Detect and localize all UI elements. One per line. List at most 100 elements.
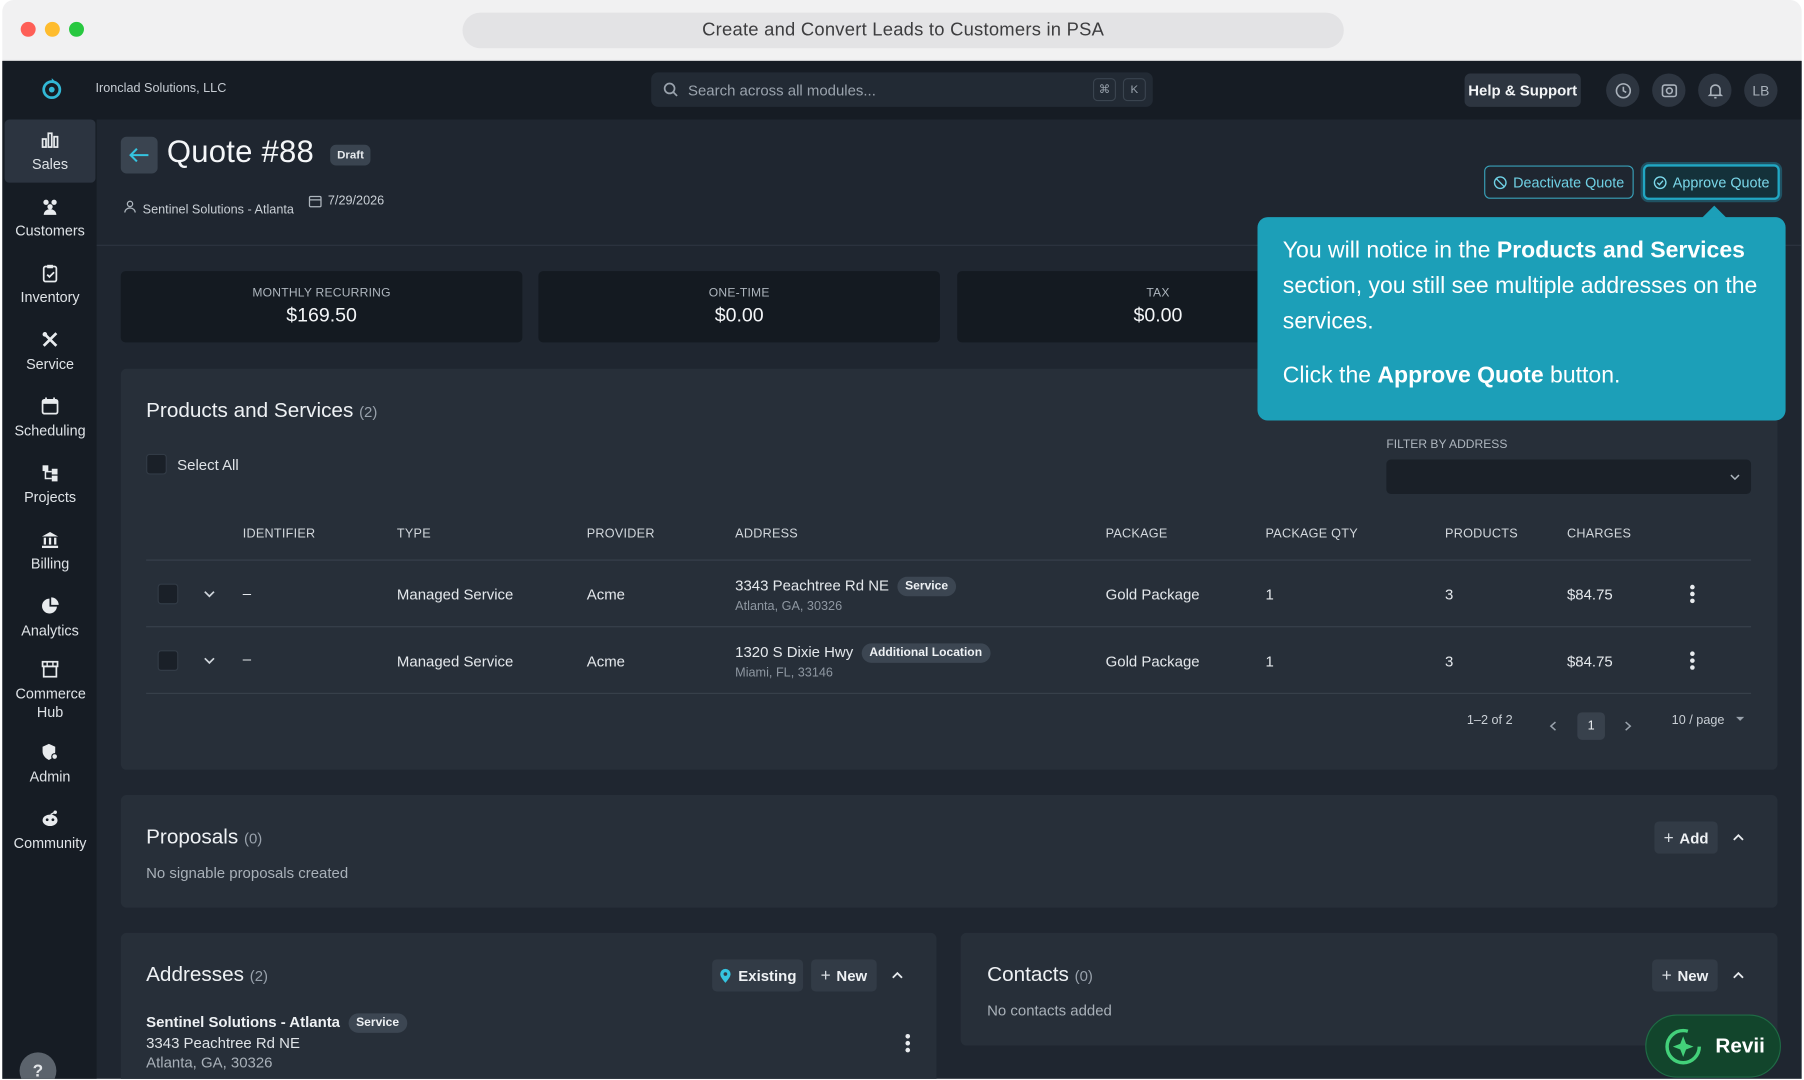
add-proposal-button[interactable]: + Add: [1654, 821, 1718, 854]
help-support-button[interactable]: Help & Support: [1464, 73, 1581, 107]
sidebar-item-community[interactable]: Community: [5, 798, 96, 861]
check-circle-icon: [1653, 175, 1667, 189]
chevron-left-icon[interactable]: [1547, 720, 1559, 731]
tooltip-bold-text: Approve Quote: [1377, 363, 1544, 389]
cell-package-qty: 1: [1265, 652, 1274, 670]
address-name: Sentinel Solutions - Atlanta: [146, 1013, 341, 1031]
section-title: Addresses: [146, 962, 244, 986]
row-divider: [146, 692, 1752, 694]
quote-date-value: 7/29/2026: [327, 194, 385, 208]
cell-address: 1320 S Dixie Hwy Additional Location Miam…: [735, 643, 991, 681]
sidebar-item-projects[interactable]: Projects: [5, 453, 96, 516]
user-avatar[interactable]: LB: [1744, 73, 1778, 107]
maximize-window-button[interactable]: [69, 21, 84, 37]
chevron-up-icon[interactable]: [1732, 831, 1746, 845]
existing-address-button[interactable]: Existing: [712, 959, 804, 992]
address-item-line1: 3343 Peachtree Rd NE: [146, 1034, 300, 1052]
new-address-button[interactable]: + New: [811, 959, 877, 992]
column-header-charges[interactable]: CHARGES: [1567, 527, 1631, 541]
column-header-type[interactable]: TYPE: [397, 527, 431, 541]
quote-customer: Sentinel Solutions - Atlanta: [123, 196, 294, 217]
bank-icon: [41, 531, 59, 548]
column-header-identifier[interactable]: IDENTIFIER: [243, 527, 316, 541]
sidebar-item-customers[interactable]: Customers: [5, 186, 96, 249]
pagination-page[interactable]: 1: [1577, 712, 1605, 740]
cell-products: 3: [1445, 585, 1454, 604]
row-actions-menu[interactable]: [1690, 584, 1695, 604]
bell-icon: [1707, 83, 1723, 98]
app-logo-icon[interactable]: [39, 76, 64, 101]
global-search-input[interactable]: Search across all modules... ⌘ K: [651, 72, 1153, 107]
sidebar-item-admin[interactable]: Admin: [5, 732, 96, 795]
sidebar-item-label: Community: [13, 834, 87, 851]
back-button[interactable]: [120, 136, 158, 174]
row-divider: [146, 626, 1752, 628]
history-button[interactable]: [1606, 73, 1640, 107]
stat-one-time: ONE-TIME $0.00: [538, 271, 940, 343]
approve-quote-button[interactable]: Approve Quote: [1642, 164, 1780, 200]
sidebar-item-service[interactable]: Service: [5, 319, 96, 382]
chevron-up-icon[interactable]: [890, 969, 904, 983]
deactivate-quote-button[interactable]: Deactivate Quote: [1484, 165, 1634, 199]
chevron-right-icon[interactable]: [1622, 720, 1634, 731]
plus-icon: +: [1661, 965, 1672, 986]
proposals-empty-text: No signable proposals created: [146, 863, 349, 882]
address-actions-menu[interactable]: [905, 1034, 911, 1053]
row-actions-menu[interactable]: [1690, 651, 1695, 670]
chevron-up-icon[interactable]: [1732, 969, 1746, 983]
section-title: Contacts: [987, 962, 1069, 986]
cell-type: Managed Service: [396, 585, 514, 604]
chevron-down-icon[interactable]: [202, 587, 216, 601]
sidebar-item-label: Analytics: [21, 622, 79, 639]
column-header-package[interactable]: PACKAGE: [1106, 527, 1168, 541]
approve-quote-label: Approve Quote: [1672, 174, 1770, 191]
screenshot-button[interactable]: [1652, 73, 1686, 107]
calendar-icon: [41, 396, 59, 414]
products-services-panel: [120, 368, 1778, 770]
section-title: Products and Services: [146, 398, 354, 422]
filter-address-select[interactable]: [1386, 459, 1752, 495]
arrow-left-icon: [129, 148, 149, 163]
revii-assistant-button[interactable]: Revii: [1645, 1014, 1781, 1078]
sidebar-item-billing[interactable]: Billing: [5, 519, 96, 582]
page-size-label: 10 / page: [1671, 713, 1725, 728]
cell-package: Gold Package: [1105, 652, 1200, 670]
browser-chrome: Create and Convert Leads to Customers in…: [2, 0, 1802, 61]
addresses-title: Addresses (2): [146, 963, 268, 987]
chevron-down-icon[interactable]: [202, 654, 216, 668]
search-icon: [663, 82, 678, 97]
column-header-address[interactable]: ADDRESS: [735, 527, 798, 541]
notifications-button[interactable]: [1698, 73, 1732, 107]
search-placeholder: Search across all modules...: [687, 80, 876, 99]
cell-type: Managed Service: [396, 652, 514, 670]
row-checkbox[interactable]: [157, 583, 179, 605]
clipboard-icon: [42, 264, 58, 282]
plus-icon: +: [1663, 827, 1674, 848]
pie-chart-icon: [42, 596, 59, 613]
cell-package-qty: 1: [1265, 585, 1274, 604]
row-checkbox[interactable]: [157, 650, 179, 671]
new-contact-button[interactable]: + New: [1652, 959, 1718, 992]
plus-icon: +: [820, 965, 831, 986]
sidebar-item-commerce-hub[interactable]: Commerce Hub: [5, 653, 96, 729]
cell-products: 3: [1445, 652, 1454, 670]
sidebar-item-label: Sales: [32, 155, 69, 172]
column-header-provider[interactable]: PROVIDER: [587, 527, 655, 541]
stat-monthly-recurring: MONTHLY RECURRING $169.50: [120, 271, 523, 343]
select-all-checkbox[interactable]: [146, 453, 167, 475]
column-header-package-qty[interactable]: PACKAGE QTY: [1266, 527, 1358, 541]
address-line2: Miami, FL, 33146: [735, 666, 833, 681]
minimize-window-button[interactable]: [44, 21, 60, 37]
sidebar-item-label: Projects: [24, 488, 77, 505]
sidebar-item-inventory[interactable]: Inventory: [5, 253, 96, 316]
tooltip-text: section, you still see multiple addresse…: [1282, 273, 1758, 335]
caret-down-icon: [1736, 716, 1745, 721]
sidebar-item-scheduling[interactable]: Scheduling: [5, 386, 96, 449]
column-header-products[interactable]: PRODUCTS: [1445, 527, 1518, 541]
page-size-select[interactable]: 10 / page: [1672, 713, 1746, 727]
sidebar-item-sales[interactable]: Sales: [4, 119, 96, 183]
section-title: Proposals: [146, 824, 239, 848]
sidebar-item-analytics[interactable]: Analytics: [5, 586, 96, 649]
browser-title-bar[interactable]: Create and Convert Leads to Customers in…: [462, 12, 1344, 49]
close-window-button[interactable]: [20, 21, 36, 37]
